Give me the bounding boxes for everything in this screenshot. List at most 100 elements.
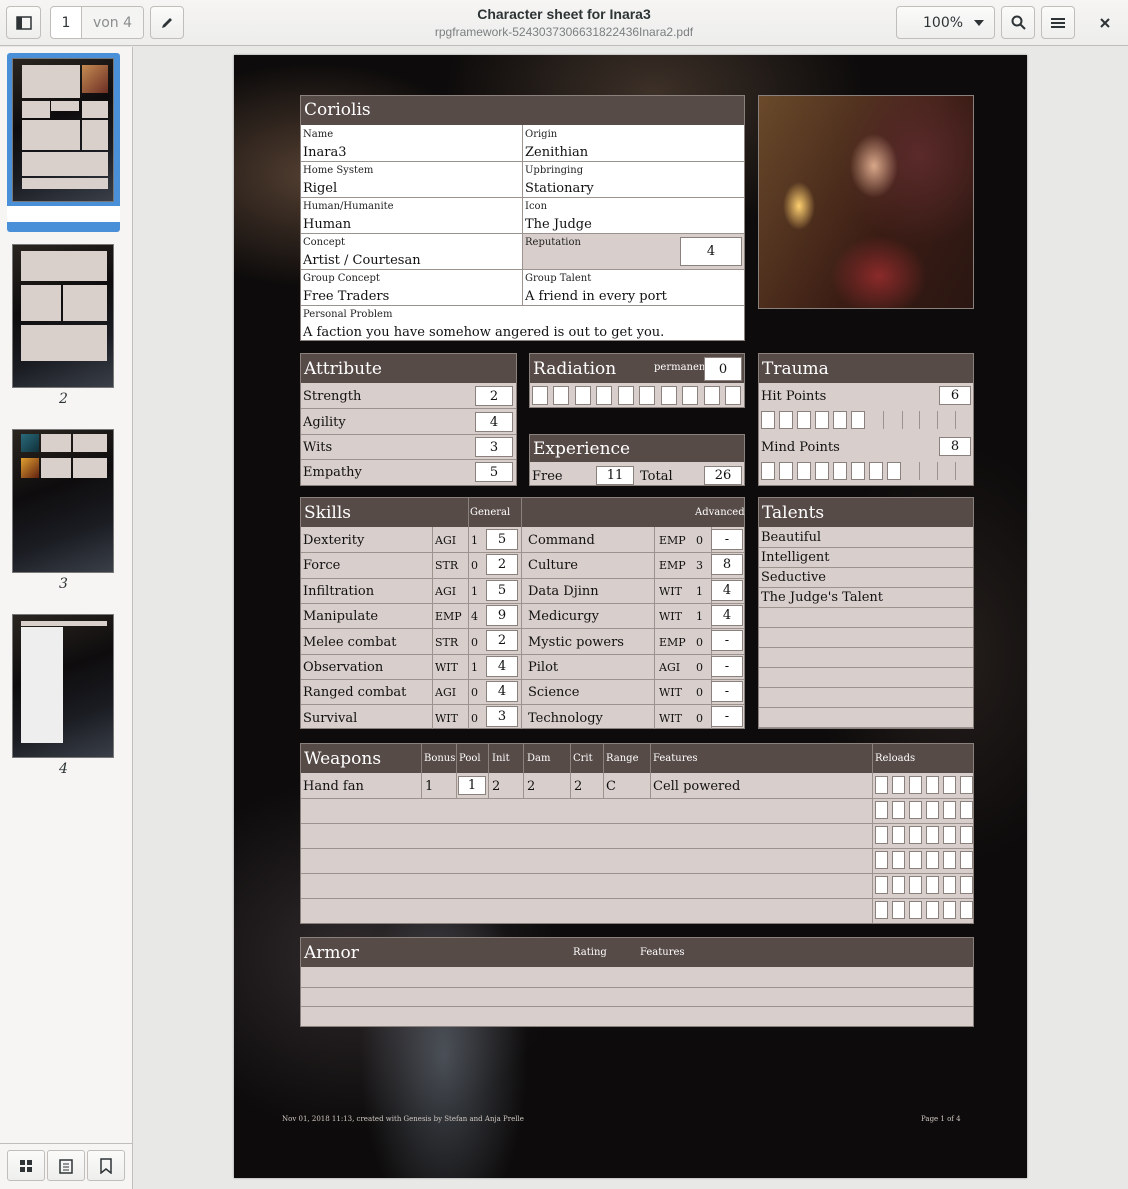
skill-attribute: EMP xyxy=(659,534,686,547)
skill-pool: - xyxy=(711,681,743,702)
skill-pool: 5 xyxy=(486,580,518,601)
close-button[interactable] xyxy=(1089,6,1121,39)
reputation-value: 4 xyxy=(680,237,742,266)
skill-attribute: EMP xyxy=(659,559,686,572)
origin-value: Zenithian xyxy=(525,145,588,160)
skill-attribute: AGI xyxy=(435,686,456,699)
skill-name: Mystic powers xyxy=(528,635,624,650)
skill-name: Manipulate xyxy=(303,609,378,624)
attribute-value: 4 xyxy=(475,412,513,432)
skill-pool: - xyxy=(711,630,743,651)
mind-points-value: 8 xyxy=(939,437,971,456)
skill-pool: 9 xyxy=(486,605,518,626)
advanced-label: Advanced xyxy=(695,507,745,518)
skill-pool: 2 xyxy=(486,630,518,651)
rating-header: Rating xyxy=(573,947,607,958)
thumbnail-image xyxy=(12,244,114,388)
home-system-label: Home System xyxy=(303,165,373,176)
character-portrait xyxy=(758,95,974,309)
bookmarks-view-button[interactable] xyxy=(87,1150,125,1181)
page-number-entry[interactable]: 1 von 4 xyxy=(50,6,144,39)
experience-total-value: 26 xyxy=(704,466,742,485)
outline-view-button[interactable] xyxy=(47,1150,85,1181)
weapon-bonus: 1 xyxy=(425,779,433,794)
skill-name: Medicurgy xyxy=(528,609,599,624)
document-view[interactable]: Coriolis Name Inara3 Origin Zenithian Ho… xyxy=(133,47,1128,1189)
skill-name: Technology xyxy=(528,711,603,726)
search-icon xyxy=(1011,15,1026,30)
menu-button[interactable] xyxy=(1041,6,1075,39)
skill-rank: 0 xyxy=(471,636,478,649)
page-count-label: von 4 xyxy=(82,7,143,38)
armor-title: Armor xyxy=(304,943,359,963)
reputation-label: Reputation xyxy=(525,237,581,248)
skill-name: Infiltration xyxy=(303,584,374,599)
concept-value: Artist / Courtesan xyxy=(303,253,421,268)
armor-box: Armor Rating Features xyxy=(300,937,974,1027)
skill-attribute: WIT xyxy=(659,610,682,623)
skill-rank: 1 xyxy=(471,661,478,674)
attribute-box: Attribute Strength 2 Agility 4 Wits 3 Em… xyxy=(300,353,517,486)
experience-free-value: 11 xyxy=(596,466,634,485)
skill-rank: 1 xyxy=(696,585,703,598)
group-concept-value: Free Traders xyxy=(303,289,389,304)
document-title: Character sheet for Inara3 xyxy=(330,6,798,22)
humanite-value: Human xyxy=(303,217,351,232)
skill-pool: - xyxy=(711,656,743,677)
talents-box: Talents BeautifulIntelligentSeductiveThe… xyxy=(758,497,974,729)
skill-name: Observation xyxy=(303,660,383,675)
name-label: Name xyxy=(303,129,333,140)
game-title: Coriolis xyxy=(304,100,371,120)
thumbnail-page-4[interactable]: 4 xyxy=(7,608,120,787)
attribute-header: Attribute xyxy=(301,354,516,383)
thumbnails-view-button[interactable] xyxy=(7,1150,45,1181)
skill-rank: 0 xyxy=(696,712,703,725)
armor-features-header: Features xyxy=(640,947,685,958)
thumbnail-page-1[interactable]: 1 xyxy=(7,53,120,232)
weapons-box: Weapons Bonus Pool Init Dam Crit Range F… xyxy=(300,743,974,924)
group-talent-label: Group Talent xyxy=(525,273,591,284)
document-filename: rpgframework-5243037306631822436Inara2.p… xyxy=(330,25,798,39)
sidebar-switcher xyxy=(0,1143,132,1189)
close-icon xyxy=(1099,17,1111,29)
group-talent-value: A friend in every port xyxy=(525,289,667,304)
skill-pool: 4 xyxy=(711,605,743,626)
dam-header: Dam xyxy=(527,753,550,764)
search-button[interactable] xyxy=(1001,6,1035,39)
trauma-header: Trauma xyxy=(759,354,973,383)
features-header: Features xyxy=(653,753,698,764)
experience-box: Experience Free 11 Total 26 xyxy=(529,434,745,486)
skill-pool: 8 xyxy=(711,554,743,575)
talent-item: Intelligent xyxy=(761,550,830,565)
personal-problem-label: Personal Problem xyxy=(303,309,392,320)
pdf-page: Coriolis Name Inara3 Origin Zenithian Ho… xyxy=(234,55,1027,1178)
skill-attribute: AGI xyxy=(659,661,680,674)
name-value: Inara3 xyxy=(303,145,347,160)
weapon-crit: 2 xyxy=(574,779,582,794)
pdf-viewer-window: 1 von 4 Character sheet for Inara3 rpgfr… xyxy=(0,0,1128,1189)
skill-rank: 1 xyxy=(471,534,478,547)
skill-attribute: STR xyxy=(435,559,458,572)
sidebar-toggle-button[interactable] xyxy=(6,6,41,39)
thumbnail-page-2[interactable]: 2 xyxy=(7,238,120,417)
skill-pool: 2 xyxy=(486,554,518,575)
skill-pool: - xyxy=(711,529,743,550)
skill-pool: 5 xyxy=(486,529,518,550)
skill-attribute: EMP xyxy=(659,636,686,649)
skill-pool: - xyxy=(711,706,743,727)
icon-value: The Judge xyxy=(525,217,592,232)
skill-attribute: STR xyxy=(435,636,458,649)
zoom-select[interactable]: 100% xyxy=(896,6,995,39)
hit-points-value: 6 xyxy=(939,386,971,405)
weapons-header: Weapons Bonus Pool Init Dam Crit Range F… xyxy=(301,744,973,773)
current-page-input[interactable]: 1 xyxy=(51,7,82,38)
skill-rank: 1 xyxy=(471,585,478,598)
skill-pool: 3 xyxy=(486,706,518,727)
attribute-name: Wits xyxy=(303,440,332,455)
skill-name: Science xyxy=(528,685,579,700)
annotate-button[interactable] xyxy=(150,6,184,39)
attribute-name: Agility xyxy=(303,415,346,430)
skill-attribute: WIT xyxy=(435,712,458,725)
upbringing-value: Stationary xyxy=(525,181,594,196)
thumbnail-page-3[interactable]: 3 xyxy=(7,423,120,602)
